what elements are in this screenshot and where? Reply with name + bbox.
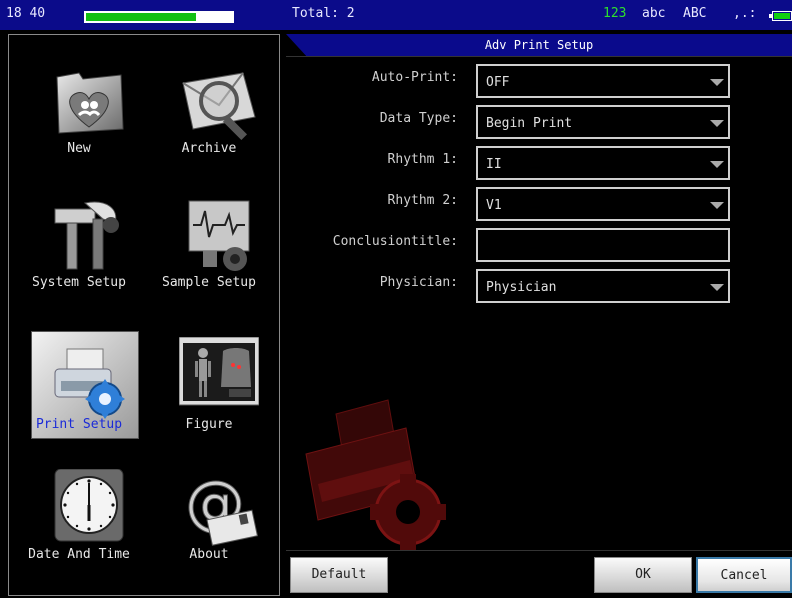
field-label: Auto-Print: (371, 70, 458, 85)
folder-heart-icon (56, 72, 124, 134)
body-figure-icon (179, 337, 259, 406)
at-sign-icon: @ (185, 469, 258, 546)
menu-item-date-and-time[interactable]: Date And Time (19, 469, 139, 589)
menu-item-label: Sample Setup (162, 275, 256, 290)
data-type-dropdown[interactable]: Begin Print (476, 105, 730, 139)
default-button[interactable]: Default (290, 557, 388, 593)
magnifier-envelope-icon (182, 72, 256, 141)
menu-item-label: About (189, 547, 229, 562)
dropdown-value: OFF (486, 75, 510, 90)
dropdown-arrow-icon (710, 161, 724, 168)
dropdown-arrow-icon (710, 284, 724, 291)
field-row-data-type: Data Type: Begin Print (286, 105, 792, 139)
field-label: Physician: (379, 275, 458, 290)
menu-item-system-setup[interactable]: System Setup (19, 195, 139, 315)
conclusion-title-input[interactable] (476, 228, 730, 262)
printer-watermark-icon (305, 399, 446, 550)
menu-item-label: System Setup (32, 275, 126, 290)
rhythm-2-dropdown[interactable]: V1 (476, 187, 730, 221)
menu-item-archive[interactable]: Archive (149, 63, 269, 183)
battery-icon (769, 11, 792, 21)
rhythm-1-dropdown[interactable]: II (476, 146, 730, 180)
menu-item-label: Figure (185, 417, 233, 432)
dropdown-value: Begin Print (486, 116, 573, 131)
adv-print-setup-dialog: Adv Print Setup Auto-Print: OFF Data Typ… (286, 34, 792, 598)
menu-item-figure[interactable]: Figure (149, 337, 269, 457)
input-mode-numeric[interactable]: 123 (603, 6, 626, 21)
clock-icon (54, 469, 124, 542)
menu-item-label: Print Setup (35, 417, 123, 432)
menu-item-print-setup[interactable]: Print Setup (19, 331, 139, 457)
dropdown-arrow-icon (710, 202, 724, 209)
physician-dropdown[interactable]: Physician (476, 269, 730, 303)
dropdown-value: Physician (486, 280, 557, 295)
ecg-monitor-icon (188, 200, 250, 271)
ok-button[interactable]: OK (594, 557, 692, 593)
dropdown-value: II (486, 157, 502, 172)
divider (286, 56, 792, 57)
dialog-title: Adv Print Setup (484, 38, 594, 52)
menu-item-label: Date And Time (28, 547, 130, 562)
battery-progress-fill (86, 13, 196, 21)
input-mode-punctuation[interactable]: ,.: (733, 6, 756, 21)
menu-item-new[interactable]: New (19, 63, 139, 183)
field-label: Data Type: (379, 111, 458, 126)
menu-item-sample-setup[interactable]: Sample Setup (149, 195, 269, 315)
field-label: Conclusiontitle: (332, 234, 458, 249)
clock-text: 18 40 (6, 6, 46, 21)
input-mode-uppercase[interactable]: ABC (683, 6, 706, 21)
dropdown-arrow-icon (710, 120, 724, 127)
cancel-button[interactable]: Cancel (696, 557, 792, 593)
menu-item-label: New (67, 141, 91, 156)
dropdown-arrow-icon (710, 79, 724, 86)
printer-gear-icon (54, 348, 125, 419)
field-label: Rhythm 2: (387, 193, 458, 208)
auto-print-dropdown[interactable]: OFF (476, 64, 730, 98)
status-bar: 18 40 Total: 2 123 abc ABC ,.: (0, 0, 792, 30)
field-row-physician: Physician: Physician (286, 269, 792, 303)
menu-item-label: Archive (181, 141, 237, 156)
field-label: Rhythm 1: (387, 152, 458, 167)
tools-icon (54, 201, 119, 270)
main-menu-panel: New Archive System Setup Sample Setup Pr… (8, 34, 280, 596)
field-row-rhythm-2: Rhythm 2: V1 (286, 187, 792, 221)
dialog-button-bar: Default OK Cancel (286, 550, 792, 598)
dropdown-value: V1 (486, 198, 502, 213)
total-count-label: Total: 2 (292, 6, 355, 21)
field-row-rhythm-1: Rhythm 1: II (286, 146, 792, 180)
menu-item-about[interactable]: @ About (149, 469, 269, 589)
input-mode-lowercase[interactable]: abc (642, 6, 665, 21)
field-row-conclusion-title: Conclusiontitle: (286, 228, 792, 262)
battery-progress-bar (84, 11, 234, 23)
field-row-auto-print: Auto-Print: OFF (286, 64, 792, 98)
